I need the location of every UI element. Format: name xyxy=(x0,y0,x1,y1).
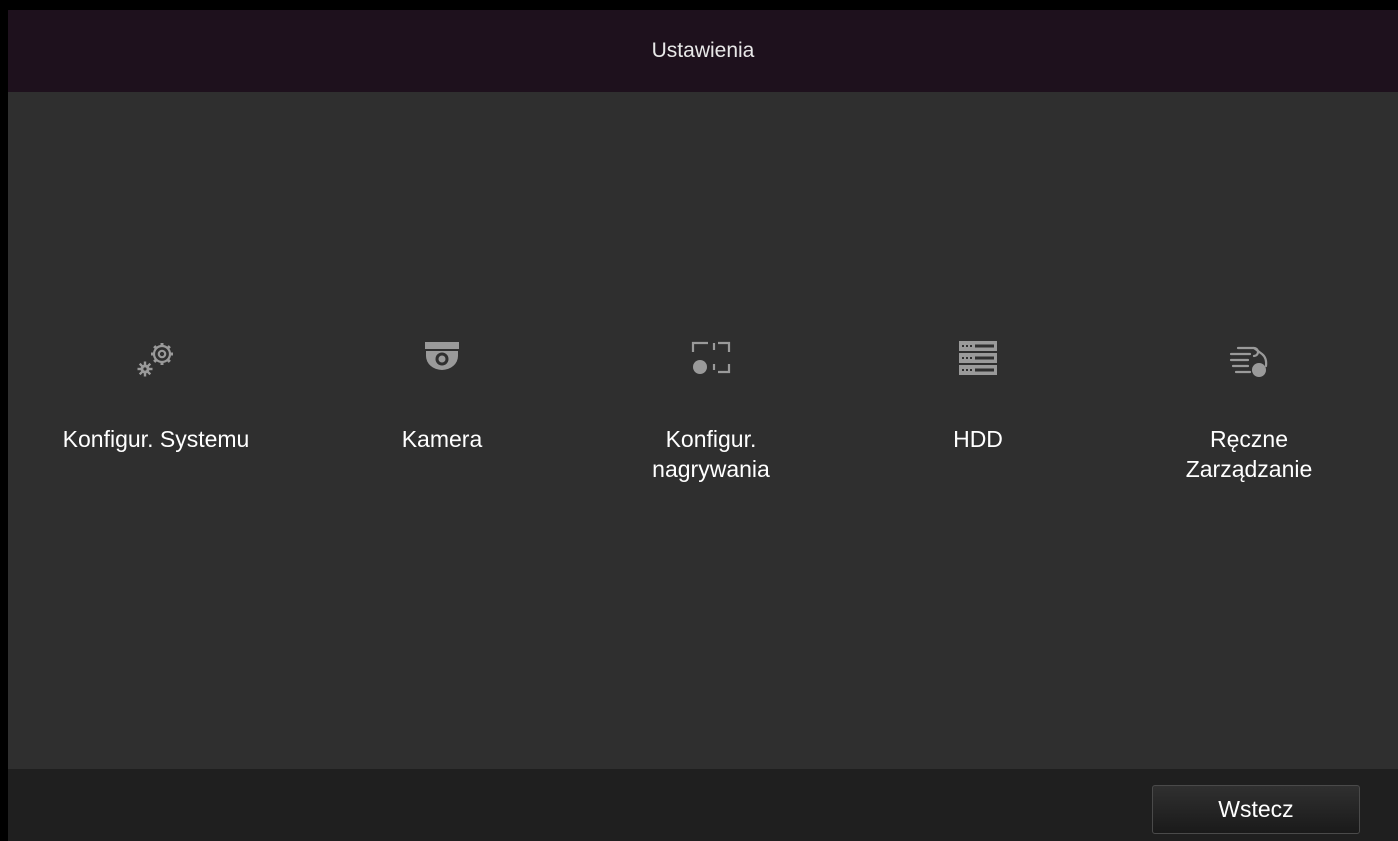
footer-bar: Wstecz xyxy=(8,769,1398,841)
page-title: Ustawienia xyxy=(651,39,755,62)
dome-camera-icon xyxy=(417,334,467,384)
record-config-icon xyxy=(686,334,736,384)
back-button-label: Wstecz xyxy=(1218,796,1294,822)
menu-item-system-config[interactable]: Konfigur. Systemu xyxy=(26,320,286,500)
manual-operation-icon xyxy=(1224,334,1274,384)
settings-screen: Ustawienia Konfigur. Systemu Kamera Konf… xyxy=(8,10,1398,841)
title-bar: Ustawienia xyxy=(8,10,1398,92)
back-button[interactable]: Wstecz xyxy=(1152,785,1360,834)
menu-item-label: Konfigur. Systemu xyxy=(62,426,250,452)
gears-icon xyxy=(131,334,181,384)
menu-item-hdd[interactable]: HDD xyxy=(848,320,1108,500)
menu-item-label: Konfigur. nagrywania xyxy=(652,426,770,482)
hdd-rack-icon xyxy=(953,334,1003,384)
menu-item-manual-operation[interactable]: Ręczne Zarządzanie xyxy=(1119,320,1379,500)
menu-item-label: HDD xyxy=(953,426,1003,452)
settings-menu: Konfigur. Systemu Kamera Konfigur. nagry… xyxy=(8,320,1398,520)
menu-item-label: Ręczne Zarządzanie xyxy=(1185,426,1313,482)
menu-item-record-config[interactable]: Konfigur. nagrywania xyxy=(581,320,841,500)
menu-item-label: Kamera xyxy=(401,426,483,452)
menu-item-camera[interactable]: Kamera xyxy=(312,320,572,500)
